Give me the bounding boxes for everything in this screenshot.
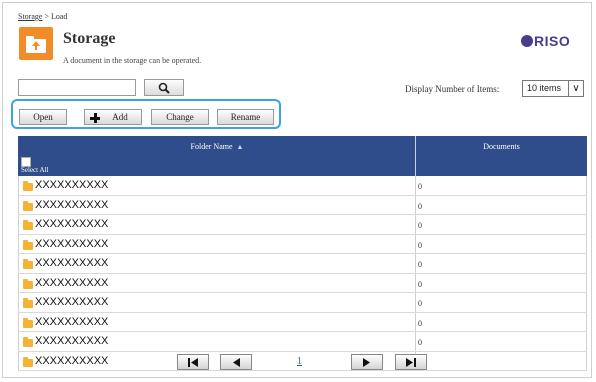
folder-name[interactable]: XXXXXXXXXX (35, 218, 108, 230)
document-count: 0 (418, 279, 422, 289)
document-count: 0 (418, 201, 422, 211)
documents-cell (416, 312, 587, 331)
folder-name[interactable]: XXXXXXXXXX (35, 277, 108, 289)
folder-icon (23, 356, 33, 367)
table-row[interactable]: XXXXXXXXXX 0 (18, 195, 587, 215)
add-button[interactable]: Add (84, 109, 142, 125)
folder-icon (23, 220, 33, 230)
storage-folder-icon (19, 27, 53, 60)
sort-ascending-icon: ▲ (236, 143, 244, 151)
last-page-button[interactable] (395, 354, 427, 370)
folder-name[interactable]: XXXXXXXXXX (35, 316, 108, 328)
table-row[interactable]: XXXXXXXXXX 0 (18, 234, 587, 254)
riso-logo-text: RISO (534, 33, 571, 49)
first-page-button[interactable] (177, 354, 209, 370)
documents-cell (416, 332, 587, 351)
folder-name[interactable]: XXXXXXXXXX (35, 257, 108, 269)
last-page-icon (406, 358, 416, 367)
document-count: 0 (418, 260, 422, 269)
search-button[interactable] (144, 79, 184, 96)
display-number-label: Display Number of Items: (405, 84, 500, 94)
breadcrumb: Storage > Load (18, 12, 67, 21)
table-row[interactable]: XXXXXXXXXX 0 (18, 176, 587, 196)
search-icon (158, 82, 170, 94)
documents-cell (416, 195, 587, 214)
table-row[interactable]: XXXXXXXXXX0 (18, 351, 587, 371)
document-count: 0 (418, 240, 422, 250)
previous-page-button[interactable] (220, 354, 252, 370)
folder-name[interactable]: XXXXXXXXXX (35, 296, 108, 308)
page-subtitle: A document in the storage can be operate… (63, 56, 202, 65)
chevron-down-icon: ∨ (568, 81, 583, 96)
previous-page-icon (233, 358, 240, 367)
documents-cell (416, 273, 587, 292)
rename-button[interactable]: Rename (217, 109, 274, 125)
folder-name[interactable]: XXXXXXXXXX (35, 179, 108, 191)
breadcrumb-link-storage[interactable]: Storage (18, 12, 42, 21)
documents-cell (416, 234, 587, 253)
folder-name[interactable]: XXXXXXXXXX (35, 355, 108, 367)
search-input[interactable] (18, 79, 136, 96)
table-row[interactable]: XXXXXXXXXX 0 (18, 254, 587, 274)
open-button[interactable]: Open (19, 109, 67, 125)
folder-table: Folder Name ▲ Documents Select All XXXXXX… (18, 136, 587, 371)
table-row[interactable]: XXXXXXXXXX 0 (18, 332, 587, 352)
document-count: 0 (418, 221, 422, 230)
current-page-link[interactable]: 1 (297, 356, 302, 367)
riso-logo: RISO (521, 33, 570, 49)
next-page-icon (363, 358, 370, 367)
document-count: 0 (418, 182, 422, 191)
documents-cell (416, 215, 587, 234)
table-row[interactable]: XXXXXXXXXX 0 (18, 273, 587, 293)
plus-icon (90, 113, 100, 123)
folder-icon (23, 298, 33, 308)
display-number-value: 10 items (527, 83, 562, 93)
folder-icon (23, 239, 33, 250)
table-row[interactable]: XXXXXXXXXX 0 (18, 312, 587, 332)
folder-name[interactable]: XXXXXXXXXX (35, 335, 108, 347)
documents-cell (416, 293, 587, 312)
folder-icon (23, 200, 33, 211)
change-button[interactable]: Change (151, 109, 209, 125)
table-header: Folder Name ▲ Documents Select All (18, 136, 587, 176)
table-body: XXXXXXXXXX 0 XXXXXXXXXX 0 XXXXXXXXXX 0 XXXXXXX… (18, 176, 587, 371)
documents-cell (416, 351, 587, 370)
riso-logo-mark-icon (521, 35, 533, 47)
document-count: 0 (418, 338, 422, 347)
next-page-button[interactable] (351, 354, 383, 370)
table-row[interactable]: XXXXXXXXXX 0 (18, 293, 587, 313)
add-button-label: Add (112, 112, 128, 122)
display-number-select[interactable]: 10 items ∨ (522, 80, 584, 97)
folder-icon (23, 181, 33, 191)
breadcrumb-current: Load (50, 12, 68, 21)
document-count: 0 (418, 318, 422, 328)
documents-cell (416, 254, 587, 273)
folder-name[interactable]: XXXXXXXXXX (35, 238, 108, 250)
column-header-documents[interactable]: Documents (416, 142, 587, 151)
folder-icon (23, 337, 33, 347)
page-title: Storage (63, 30, 116, 47)
documents-cell (416, 176, 587, 195)
column-header-folder-name[interactable]: Folder Name ▲ (18, 142, 416, 151)
table-row[interactable]: XXXXXXXXXX 0 (18, 215, 587, 235)
first-page-icon (188, 358, 198, 367)
breadcrumb-separator: > (42, 12, 51, 21)
folder-icon (23, 259, 33, 269)
folder-name[interactable]: XXXXXXXXXX (35, 199, 108, 211)
document-count: 0 (418, 299, 422, 308)
folder-icon (23, 317, 33, 328)
folder-icon (23, 278, 33, 289)
select-all-label: Select All (21, 166, 49, 174)
